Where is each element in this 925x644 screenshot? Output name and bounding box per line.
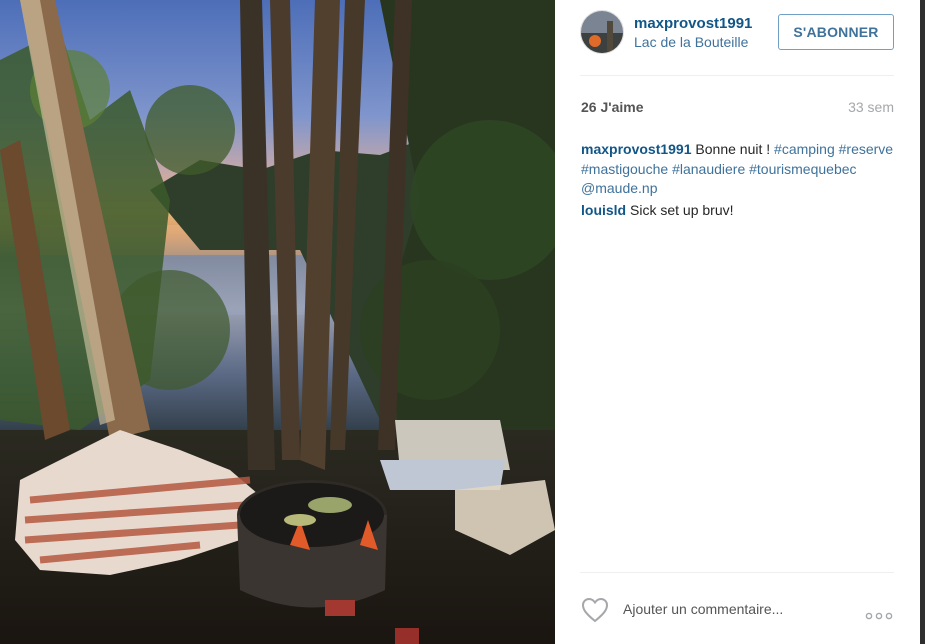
post-photo[interactable] bbox=[0, 0, 555, 644]
post-timestamp[interactable]: 33 sem bbox=[848, 99, 894, 115]
divider bbox=[580, 572, 894, 573]
comment-item: louisld Sick set up bruv! bbox=[581, 201, 896, 221]
comment-text: Bonne nuit ! bbox=[695, 141, 771, 157]
post-header: maxprovost1991 Lac de la Bouteille S'ABO… bbox=[580, 10, 895, 74]
avatar[interactable] bbox=[580, 10, 624, 54]
comment-username[interactable]: maxprovost1991 bbox=[581, 141, 692, 157]
hashtag-link[interactable]: #reserve bbox=[839, 141, 893, 157]
mention-link[interactable]: @maude.np bbox=[581, 180, 657, 196]
like-count[interactable]: 26 J'aime bbox=[581, 99, 644, 115]
comment-text: Sick set up bruv! bbox=[630, 201, 734, 218]
divider bbox=[580, 75, 894, 76]
comment-list: maxprovost1991 Bonne nuit ! #camping #re… bbox=[581, 140, 896, 222]
post-username[interactable]: maxprovost1991 bbox=[634, 15, 752, 32]
post-location[interactable]: Lac de la Bouteille bbox=[634, 34, 762, 50]
hashtag-link[interactable]: #mastigouche bbox=[581, 161, 668, 177]
heart-icon[interactable] bbox=[581, 597, 609, 623]
hashtag-link[interactable]: #tourismequebec bbox=[749, 161, 856, 177]
comment-username[interactable]: louisld bbox=[581, 202, 626, 218]
comment-item: maxprovost1991 Bonne nuit ! #camping #re… bbox=[581, 140, 896, 199]
hashtag-link[interactable]: #lanaudiere bbox=[672, 161, 745, 177]
comment-input[interactable]: Ajouter un commentaire... bbox=[623, 601, 783, 617]
post-details-panel: maxprovost1991 Lac de la Bouteille S'ABO… bbox=[555, 0, 920, 644]
hashtag-link[interactable]: #camping bbox=[774, 141, 835, 157]
more-options-icon[interactable] bbox=[865, 607, 893, 620]
follow-button[interactable]: S'ABONNER bbox=[778, 14, 894, 50]
backdrop-edge bbox=[920, 0, 925, 644]
